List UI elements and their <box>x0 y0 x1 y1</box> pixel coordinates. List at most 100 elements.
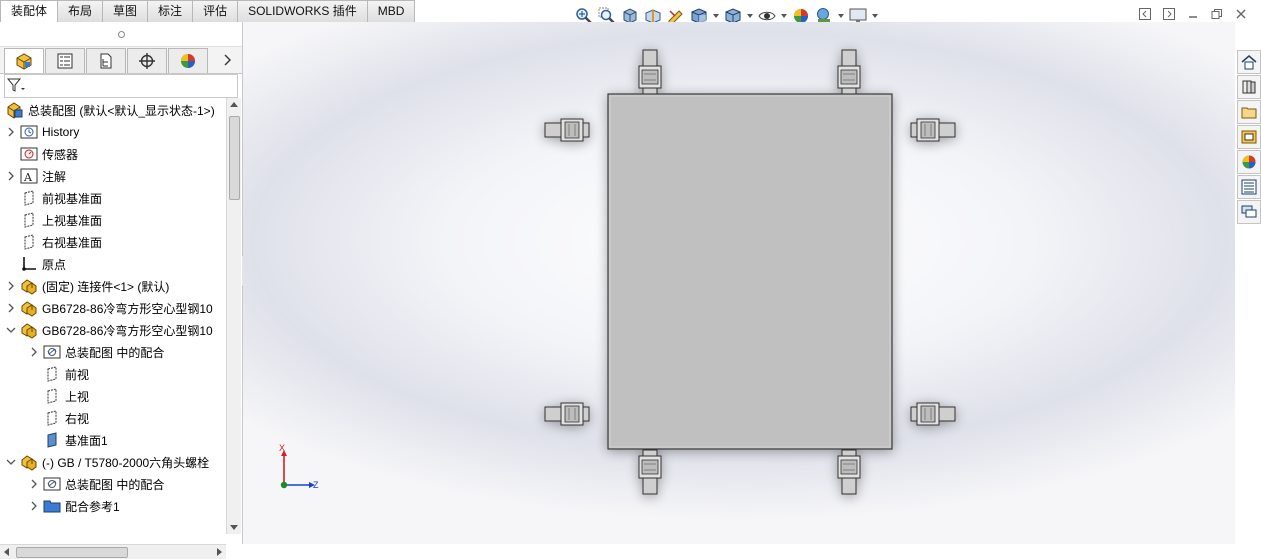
tree-item-label: 原点 <box>42 257 67 272</box>
chevron-right-icon[interactable] <box>29 496 39 516</box>
restore-icon[interactable] <box>1209 6 1225 22</box>
forum-icon[interactable] <box>1237 200 1261 224</box>
tree-item[interactable]: 右视基准面 <box>6 232 102 252</box>
tree-item-label: 前视 <box>65 367 90 382</box>
chevron-right-icon[interactable] <box>29 474 39 494</box>
close-icon[interactable] <box>1233 6 1249 22</box>
dimxpert-manager-icon[interactable] <box>127 47 167 73</box>
tab-5[interactable]: SOLIDWORKS 插件 <box>238 0 368 23</box>
chevron-right-icon[interactable] <box>6 166 16 186</box>
tree-item-label: GB6728-86冷弯方形空心型钢10 <box>42 323 213 338</box>
graphics-area[interactable]: X Z <box>243 22 1235 544</box>
tree-item[interactable]: (固定) 连接件<1> (默认) <box>6 276 169 296</box>
tab-0[interactable]: 装配体 <box>0 0 59 23</box>
tree-item[interactable]: 前视 <box>29 364 89 384</box>
chevron-right-icon[interactable] <box>6 298 16 318</box>
configuration-manager-icon[interactable] <box>86 47 126 73</box>
plane-icon <box>43 387 61 405</box>
reference-triad: X Z <box>273 442 323 492</box>
tree-item[interactable]: GB6728-86冷弯方形空心型钢10 <box>6 298 213 318</box>
file-explorer-icon[interactable] <box>1237 100 1261 124</box>
tree-item[interactable]: (-) GB / T5780-2000六角头螺栓 <box>6 452 209 472</box>
feature-manager-icon[interactable] <box>4 47 44 73</box>
tree-item[interactable]: 右视 <box>29 408 89 428</box>
tree-item-label: (固定) 连接件<1> (默认) <box>42 279 170 294</box>
display-manager-icon[interactable] <box>168 47 208 73</box>
tree-item[interactable]: A 注解 <box>6 166 66 186</box>
tree-item-label: 总装配图 中的配合 <box>65 477 165 492</box>
part-icon <box>20 299 38 317</box>
tree-item-label: 传感器 <box>42 147 79 162</box>
tree-item[interactable]: History <box>6 122 79 142</box>
tree-vertical-scrollbar[interactable] <box>226 98 241 534</box>
folder-icon <box>43 497 61 515</box>
solidworks-resources-icon[interactable] <box>1237 50 1261 74</box>
tree-horizontal-scrollbar[interactable] <box>0 544 226 559</box>
panel-right-icon[interactable] <box>1161 6 1177 22</box>
tree-item-label: 右视基准面 <box>42 235 103 250</box>
part-icon <box>20 277 38 295</box>
tree-item[interactable]: GB6728-86冷弯方形空心型钢10 <box>6 320 213 340</box>
design-library-icon[interactable] <box>1237 75 1261 99</box>
filter-icon[interactable] <box>5 77 27 95</box>
chevron-right-icon[interactable] <box>29 342 39 362</box>
tree-item-label: 总装配图 中的配合 <box>65 345 165 360</box>
tab-1[interactable]: 布局 <box>58 0 104 23</box>
panel-splitter[interactable] <box>0 22 242 47</box>
tree-filter[interactable] <box>4 74 238 98</box>
chevron-right-icon[interactable] <box>6 276 16 296</box>
chevron-down-icon[interactable] <box>6 452 16 472</box>
tree-item-label: 配合参考1 <box>65 499 120 514</box>
tree-item-label: GB6728-86冷弯方形空心型钢10 <box>42 301 213 316</box>
tree-item[interactable]: 上视 <box>29 386 89 406</box>
property-manager-icon[interactable] <box>45 47 85 73</box>
appearances-icon[interactable] <box>1237 150 1261 174</box>
tree-item-label: 右视 <box>65 411 90 426</box>
part-icon <box>20 321 38 339</box>
tree-root[interactable]: 总装配图 (默认<默认_显示状态-1>) <box>0 100 215 120</box>
origin-icon <box>20 255 38 273</box>
manager-tabs <box>0 47 242 74</box>
part-icon <box>20 453 38 471</box>
tree-item[interactable]: 总装配图 中的配合 <box>29 474 164 494</box>
tab-4[interactable]: 评估 <box>193 0 239 23</box>
tab-6[interactable]: MBD <box>367 0 416 23</box>
tree-item[interactable]: 上视基准面 <box>6 210 102 230</box>
chevron-down-icon[interactable] <box>6 320 16 340</box>
window-controls <box>1137 6 1249 22</box>
chevron-right-icon[interactable] <box>217 48 237 72</box>
tree-item-label: History <box>42 125 80 139</box>
assembly-model[interactable] <box>243 22 1235 544</box>
tree-item[interactable]: 配合参考1 <box>29 496 120 516</box>
tree-item[interactable]: 传感器 <box>6 144 78 164</box>
tree-item-label: 基准面1 <box>65 433 108 448</box>
tab-2[interactable]: 草图 <box>103 0 149 23</box>
chevron-right-icon[interactable] <box>6 122 16 142</box>
triad-x-label: X <box>279 443 286 453</box>
tree-item[interactable]: 基准面1 <box>29 430 108 450</box>
plane-icon <box>43 365 61 383</box>
mates-folder-icon <box>43 343 61 361</box>
panel-left-icon[interactable] <box>1137 6 1153 22</box>
sensor-icon <box>20 145 38 163</box>
tree-item[interactable]: 总装配图 中的配合 <box>29 342 164 362</box>
tree-item-label: 上视基准面 <box>42 213 103 228</box>
plane-icon <box>43 409 61 427</box>
custom-properties-icon[interactable] <box>1237 175 1261 199</box>
plane-icon <box>20 211 38 229</box>
minimize-icon[interactable] <box>1185 6 1201 22</box>
feature-manager-panel: 总装配图 (默认<默认_显示状态-1>) History 传感器 A 注解 前视基准面上视… <box>0 22 243 559</box>
tree-item-label: 总装配图 (默认<默认_显示状态-1>) <box>28 103 215 118</box>
tab-3[interactable]: 标注 <box>148 0 194 23</box>
view-palette-icon[interactable] <box>1237 125 1261 149</box>
tree-item[interactable]: 原点 <box>6 254 66 274</box>
tree-item[interactable]: 前视基准面 <box>6 188 102 208</box>
